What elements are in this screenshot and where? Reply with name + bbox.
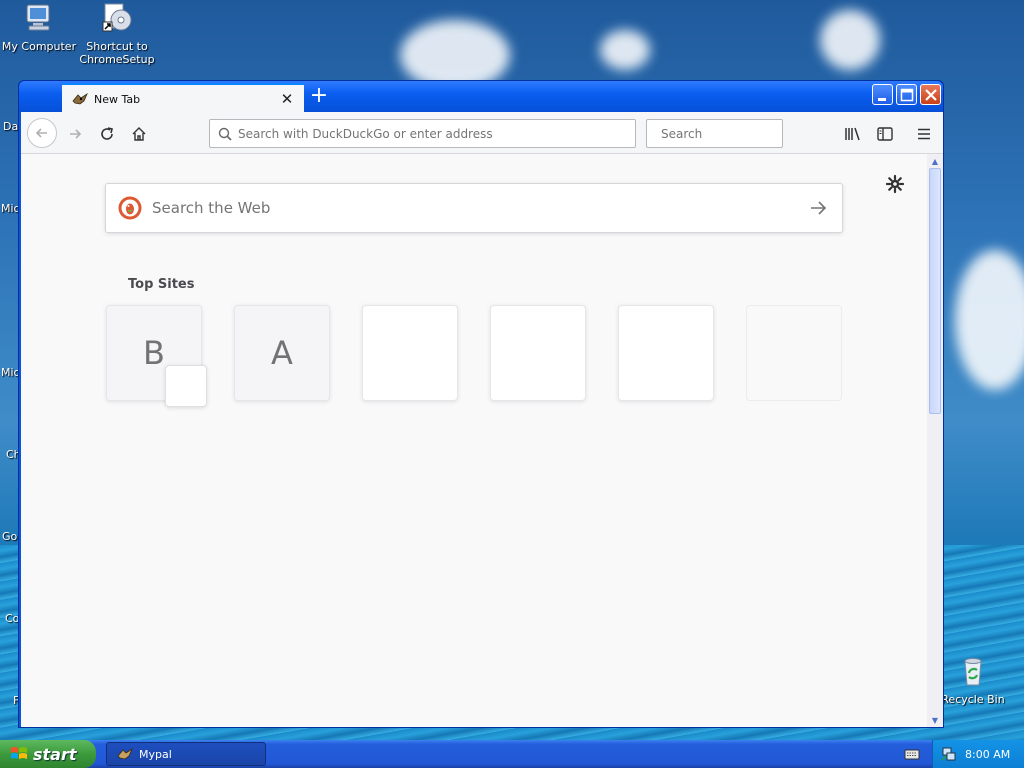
new-tab-button[interactable]: + xyxy=(305,85,333,109)
start-button[interactable]: start xyxy=(0,740,96,768)
search-input[interactable] xyxy=(661,126,811,141)
top-sites-heading: Top Sites xyxy=(128,277,195,292)
desktop-icon-label: Recycle Bin xyxy=(941,693,1005,706)
top-site-tile[interactable] xyxy=(618,305,714,401)
cloud xyxy=(600,30,650,70)
taskbar-window-button[interactable]: Mypal xyxy=(106,742,266,766)
back-button[interactable] xyxy=(27,118,57,148)
nav-toolbar xyxy=(21,112,943,154)
home-icon xyxy=(132,127,146,141)
browser-window: New Tab ✕ + Search with DuckDuckGo or en… xyxy=(18,80,944,728)
close-icon xyxy=(925,89,937,101)
minimize-icon xyxy=(878,98,886,101)
search-bar[interactable] xyxy=(646,119,811,148)
desktop-icon-my-computer[interactable]: My Computer xyxy=(0,2,78,53)
vertical-scrollbar[interactable]: ▲ ▼ xyxy=(927,154,943,727)
network-icon[interactable] xyxy=(941,746,957,762)
mypal-favicon-icon xyxy=(72,93,88,105)
reload-icon xyxy=(101,127,113,140)
desktop-icon-label-cut[interactable]: Mic xyxy=(1,202,20,215)
taskbar: start Mypal 8:00 AM xyxy=(0,740,1024,768)
desktop-icon-chromesetup[interactable]: Shortcut to ChromeSetup xyxy=(78,2,156,66)
address-bar[interactable] xyxy=(209,119,636,148)
computer-icon xyxy=(26,4,50,31)
maximize-icon xyxy=(900,88,914,102)
desktop-icon-label: Shortcut to ChromeSetup xyxy=(79,40,155,66)
system-tray: 8:00 AM xyxy=(932,740,1024,768)
desktop-icon-label-cut[interactable]: Go xyxy=(2,530,17,543)
web-search-input[interactable] xyxy=(152,199,808,217)
hamburger-icon xyxy=(918,128,930,140)
top-site-favicon xyxy=(165,365,207,407)
arrow-left-icon xyxy=(35,128,47,138)
gear-icon[interactable] xyxy=(885,174,905,194)
title-bar[interactable]: New Tab ✕ + xyxy=(19,81,943,113)
top-site-tile[interactable]: A xyxy=(234,305,330,401)
sidebar-button[interactable] xyxy=(871,120,899,148)
new-tab-page: Top Sites B A xyxy=(21,154,927,727)
taskbar-window-label: Mypal xyxy=(139,747,172,761)
tab-new-tab[interactable]: New Tab ✕ xyxy=(62,83,304,113)
maximize-button[interactable] xyxy=(896,84,917,105)
scroll-up-arrow-icon[interactable]: ▲ xyxy=(927,154,943,168)
windows-logo-icon xyxy=(11,747,27,759)
arrow-right-icon xyxy=(70,129,82,139)
menu-button[interactable] xyxy=(910,120,938,148)
cloud xyxy=(955,250,1024,390)
scroll-down-arrow-icon[interactable]: ▼ xyxy=(927,713,943,727)
reload-button[interactable] xyxy=(93,120,121,148)
sidebar-icon xyxy=(877,127,893,141)
top-site-tile-placeholder xyxy=(746,305,842,401)
tab-title: New Tab xyxy=(94,92,141,106)
mypal-favicon-icon xyxy=(117,748,133,760)
recycle-bin-icon xyxy=(964,658,982,686)
top-site-tile[interactable] xyxy=(490,305,586,401)
cloud xyxy=(820,10,880,70)
duckduckgo-logo-icon xyxy=(118,196,142,220)
scrollbar-thumb[interactable] xyxy=(929,168,941,414)
desktop-icon-label-cut[interactable]: Da xyxy=(3,120,18,133)
web-search-box[interactable] xyxy=(105,183,843,233)
address-input[interactable] xyxy=(238,126,635,141)
close-tab-icon[interactable]: ✕ xyxy=(278,90,296,108)
forward-button[interactable] xyxy=(61,120,89,148)
desktop-icon-label: My Computer xyxy=(1,40,77,53)
cd-installer-icon xyxy=(102,3,132,32)
desktop-icon-label-cut[interactable]: Mic xyxy=(1,366,20,379)
search-icon xyxy=(218,127,232,141)
home-button[interactable] xyxy=(125,120,153,148)
keyboard-icon[interactable] xyxy=(904,747,920,761)
top-site-tile[interactable] xyxy=(362,305,458,401)
minimize-button[interactable] xyxy=(872,84,893,105)
library-button[interactable] xyxy=(839,120,867,148)
start-label: start xyxy=(33,744,77,764)
arrow-right-icon[interactable] xyxy=(808,198,828,218)
library-icon xyxy=(845,127,860,141)
desktop-icon-recycle-bin[interactable]: Recycle Bin xyxy=(934,655,1012,706)
close-window-button[interactable] xyxy=(920,84,941,105)
clock[interactable]: 8:00 AM xyxy=(965,748,1010,761)
